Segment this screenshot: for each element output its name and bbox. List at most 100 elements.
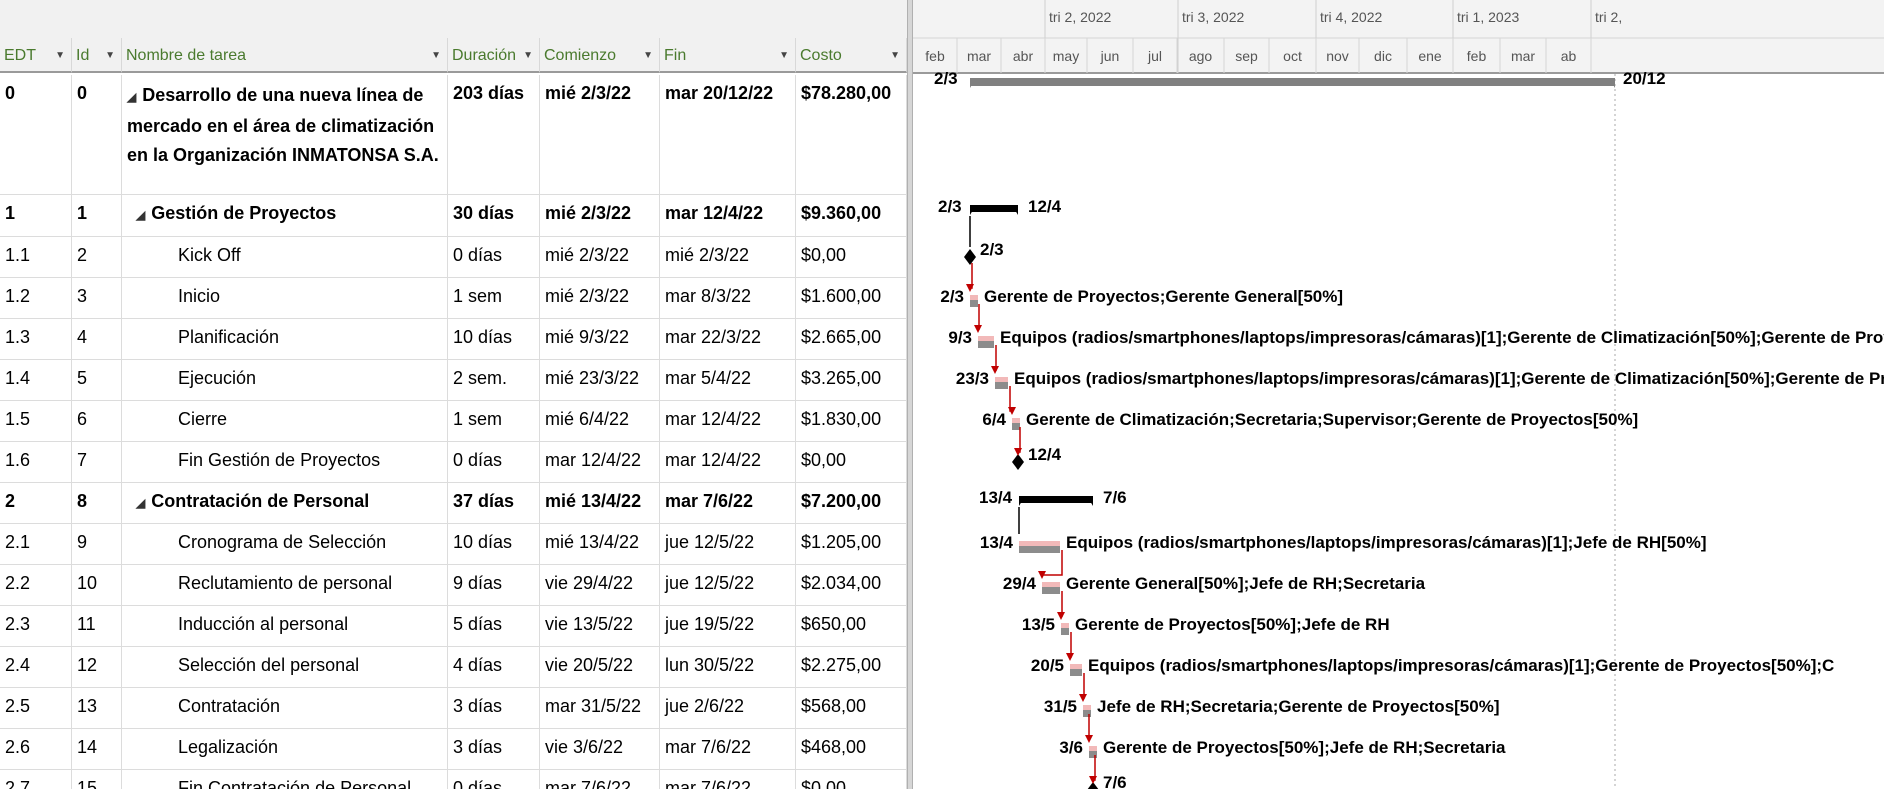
cell-id[interactable]: 1 bbox=[72, 195, 122, 236]
cell-duration[interactable]: 9 días bbox=[448, 565, 540, 605]
cell-finish[interactable]: mar 12/4/22 bbox=[660, 195, 796, 236]
cell-name[interactable]: Fin Contratación de Personal bbox=[122, 770, 448, 789]
table-row[interactable]: 2.1 9 Cronograma de Selección 10 días mié 13… bbox=[0, 524, 907, 565]
chevron-down-icon[interactable]: ▼ bbox=[643, 38, 653, 71]
cell-cost[interactable]: $568,00 bbox=[796, 688, 907, 728]
table-row[interactable]: 1.3 4 Planificación 10 días mié 9/3/22 mar 22… bbox=[0, 319, 907, 360]
column-header-cost[interactable]: Costo ▼ bbox=[796, 38, 907, 73]
cell-name[interactable]: Contratación bbox=[122, 688, 448, 728]
cell-cost[interactable]: $2.034,00 bbox=[796, 565, 907, 605]
cell-duration[interactable]: 37 días bbox=[448, 483, 540, 523]
table-row[interactable]: 1.1 2 Kick Off 0 días mié 2/3/22 mié 2/3/22 $0… bbox=[0, 237, 907, 278]
cell-finish[interactable]: jue 19/5/22 bbox=[660, 606, 796, 646]
cell-duration[interactable]: 0 días bbox=[448, 442, 540, 482]
column-header-start[interactable]: Comienzo ▼ bbox=[540, 38, 660, 73]
cell-edt[interactable]: 1.5 bbox=[0, 401, 72, 441]
cell-start[interactable]: mié 2/3/22 bbox=[540, 237, 660, 277]
cell-duration[interactable]: 203 días bbox=[448, 75, 540, 194]
cell-edt[interactable]: 1 bbox=[0, 195, 72, 236]
cell-duration[interactable]: 0 días bbox=[448, 237, 540, 277]
table-row[interactable]: 1 1 ◢ Gestión de Proyectos 30 días mié 2/3/22… bbox=[0, 195, 907, 237]
cell-finish[interactable]: mar 12/4/22 bbox=[660, 401, 796, 441]
table-row[interactable]: 1.2 3 Inicio 1 sem mié 2/3/22 mar 8/3/22 $1.60… bbox=[0, 278, 907, 319]
cell-duration[interactable]: 10 días bbox=[448, 319, 540, 359]
cell-name[interactable]: Cronograma de Selección bbox=[122, 524, 448, 564]
cell-cost[interactable]: $650,00 bbox=[796, 606, 907, 646]
column-header-duration[interactable]: Duración ▼ bbox=[448, 38, 540, 73]
cell-cost[interactable]: $1.205,00 bbox=[796, 524, 907, 564]
cell-finish[interactable]: mar 8/3/22 bbox=[660, 278, 796, 318]
cell-cost[interactable]: $0,00 bbox=[796, 442, 907, 482]
table-row[interactable]: 1.5 6 Cierre 1 sem mié 6/4/22 mar 12/4/22 $1.8… bbox=[0, 401, 907, 442]
cell-finish[interactable]: lun 30/5/22 bbox=[660, 647, 796, 687]
cell-start[interactable]: mié 2/3/22 bbox=[540, 75, 660, 194]
cell-id[interactable]: 5 bbox=[72, 360, 122, 400]
cell-id[interactable]: 12 bbox=[72, 647, 122, 687]
cell-cost[interactable]: $2.665,00 bbox=[796, 319, 907, 359]
table-row[interactable]: 2.6 14 Legalización 3 días vie 3/6/22 mar 7/6… bbox=[0, 729, 907, 770]
cell-id[interactable]: 13 bbox=[72, 688, 122, 728]
cell-finish[interactable]: mar 20/12/22 bbox=[660, 75, 796, 194]
column-header-name[interactable]: Nombre de tarea ▼ bbox=[122, 38, 448, 73]
cell-cost[interactable]: $7.200,00 bbox=[796, 483, 907, 523]
cell-edt[interactable]: 2.3 bbox=[0, 606, 72, 646]
cell-edt[interactable]: 0 bbox=[0, 75, 72, 194]
table-row[interactable]: 2.4 12 Selección del personal 4 días vie 20/… bbox=[0, 647, 907, 688]
cell-edt[interactable]: 2.6 bbox=[0, 729, 72, 769]
cell-duration[interactable]: 2 sem. bbox=[448, 360, 540, 400]
cell-cost[interactable]: $0,00 bbox=[796, 770, 907, 789]
cell-start[interactable]: mié 23/3/22 bbox=[540, 360, 660, 400]
cell-name[interactable]: Cierre bbox=[122, 401, 448, 441]
chevron-down-icon[interactable]: ▼ bbox=[431, 38, 441, 71]
cell-edt[interactable]: 1.3 bbox=[0, 319, 72, 359]
table-row[interactable]: 2.5 13 Contratación 3 días mar 31/5/22 jue 2/… bbox=[0, 688, 907, 729]
cell-name[interactable]: Ejecución bbox=[122, 360, 448, 400]
cell-duration[interactable]: 30 días bbox=[448, 195, 540, 236]
cell-id[interactable]: 6 bbox=[72, 401, 122, 441]
cell-edt[interactable]: 2.7 bbox=[0, 770, 72, 789]
chevron-down-icon[interactable]: ▼ bbox=[55, 38, 65, 71]
cell-id[interactable]: 11 bbox=[72, 606, 122, 646]
cell-duration[interactable]: 1 sem bbox=[448, 401, 540, 441]
cell-cost[interactable]: $0,00 bbox=[796, 237, 907, 277]
cell-duration[interactable]: 10 días bbox=[448, 524, 540, 564]
cell-cost[interactable]: $9.360,00 bbox=[796, 195, 907, 236]
cell-name[interactable]: Inducción al personal bbox=[122, 606, 448, 646]
cell-start[interactable]: vie 13/5/22 bbox=[540, 606, 660, 646]
cell-id[interactable]: 4 bbox=[72, 319, 122, 359]
chevron-down-icon[interactable]: ▼ bbox=[523, 38, 533, 71]
cell-finish[interactable]: jue 12/5/22 bbox=[660, 524, 796, 564]
chevron-down-icon[interactable]: ▼ bbox=[105, 38, 115, 71]
cell-name[interactable]: Kick Off bbox=[122, 237, 448, 277]
cell-edt[interactable]: 1.1 bbox=[0, 237, 72, 277]
table-row[interactable]: 1.6 7 Fin Gestión de Proyectos 0 días mar 12… bbox=[0, 442, 907, 483]
chevron-down-icon[interactable]: ▼ bbox=[890, 38, 900, 71]
cell-start[interactable]: mié 9/3/22 bbox=[540, 319, 660, 359]
cell-duration[interactable]: 0 días bbox=[448, 770, 540, 789]
cell-finish[interactable]: mar 7/6/22 bbox=[660, 729, 796, 769]
cell-start[interactable]: vie 3/6/22 bbox=[540, 729, 660, 769]
cell-name[interactable]: Fin Gestión de Proyectos bbox=[122, 442, 448, 482]
cell-name[interactable]: Selección del personal bbox=[122, 647, 448, 687]
cell-cost[interactable]: $78.280,00 bbox=[796, 75, 907, 194]
table-row[interactable]: 2.3 11 Inducción al personal 5 días vie 13/5… bbox=[0, 606, 907, 647]
cell-edt[interactable]: 1.2 bbox=[0, 278, 72, 318]
cell-duration[interactable]: 4 días bbox=[448, 647, 540, 687]
cell-start[interactable]: mar 12/4/22 bbox=[540, 442, 660, 482]
cell-edt[interactable]: 2.4 bbox=[0, 647, 72, 687]
cell-finish[interactable]: mié 2/3/22 bbox=[660, 237, 796, 277]
cell-start[interactable]: mié 6/4/22 bbox=[540, 401, 660, 441]
cell-start[interactable]: mar 7/6/22 bbox=[540, 770, 660, 789]
cell-edt[interactable]: 1.6 bbox=[0, 442, 72, 482]
table-row[interactable]: 0 0 ◢ Desarrollo de una nueva línea de merc… bbox=[0, 75, 907, 195]
cell-edt[interactable]: 2.1 bbox=[0, 524, 72, 564]
cell-finish[interactable]: mar 7/6/22 bbox=[660, 770, 796, 789]
cell-id[interactable]: 9 bbox=[72, 524, 122, 564]
column-header-edt[interactable]: EDT ▼ bbox=[0, 38, 72, 73]
cell-finish[interactable]: jue 2/6/22 bbox=[660, 688, 796, 728]
cell-name[interactable]: ◢ Contratación de Personal bbox=[122, 483, 448, 523]
column-header-id[interactable]: Id ▼ bbox=[72, 38, 122, 73]
chevron-down-icon[interactable]: ▼ bbox=[779, 38, 789, 71]
table-row[interactable]: 2 8 ◢ Contratación de Personal 37 días mié 13… bbox=[0, 483, 907, 524]
collapse-toggle-icon[interactable]: ◢ bbox=[136, 496, 145, 510]
